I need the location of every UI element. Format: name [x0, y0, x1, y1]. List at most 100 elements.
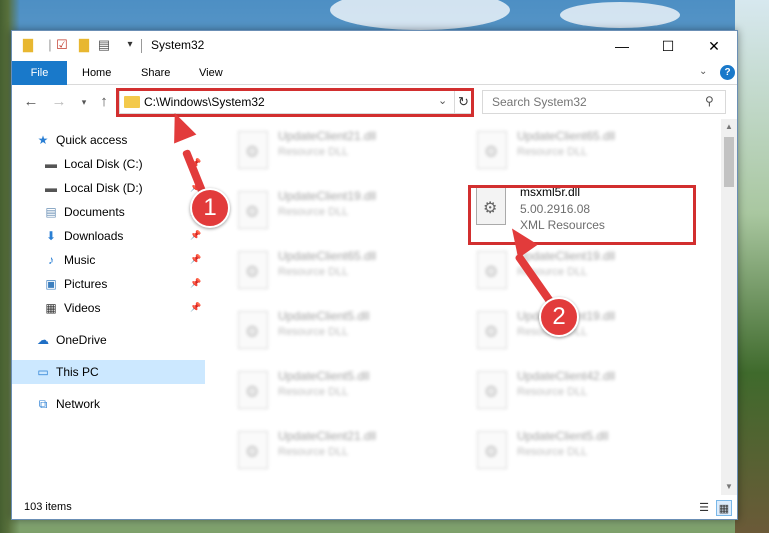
status-bar: 103 items ☰ ▦ [12, 497, 737, 519]
pictures-icon: ▣ [45, 277, 57, 291]
file-item[interactable]: UpdateClient42.dll Resource DLL [467, 365, 687, 415]
step-badge-2: 2 [539, 297, 579, 337]
expand-ribbon-icon[interactable]: ⌄ [699, 66, 707, 77]
file-item[interactable]: UpdateClient5.dll Resource DLL [228, 365, 448, 415]
file-explorer-window: ▇ | ☑ ▇ ▤ ▾ System32 — ☐ ✕ File Home Sha… [11, 30, 738, 520]
sidebar-item-network[interactable]: ⧉ Network [12, 392, 205, 416]
file-type: Resource DLL [278, 206, 349, 218]
help-icon[interactable]: ? [720, 65, 735, 80]
minimize-button[interactable]: — [599, 31, 645, 61]
network-icon: ⧉ [38, 397, 48, 411]
sidebar-item-label: Videos [64, 301, 101, 315]
dll-file-icon [238, 191, 268, 229]
pin-icon[interactable]: 📌 [190, 254, 201, 265]
sidebar-item-label: Documents [64, 205, 125, 219]
file-name: UpdateClient19.dll [517, 249, 616, 263]
sidebar-item-music[interactable]: ♪ Music 📌 [12, 248, 205, 272]
scroll-down-icon[interactable]: ▼ [721, 479, 737, 495]
file-item[interactable]: UpdateClient19.dll Resource DLL [228, 185, 448, 235]
forward-icon[interactable]: → [50, 93, 68, 111]
tab-file[interactable]: File [12, 61, 67, 85]
window-title: System32 [151, 38, 205, 52]
sidebar-item-label: This PC [56, 365, 99, 379]
address-highlight [116, 88, 474, 117]
title-separator [141, 39, 142, 53]
tab-home[interactable]: Home [82, 61, 111, 85]
sidebar-item-documents[interactable]: ▤ Documents 📌 [12, 200, 205, 224]
search-box[interactable]: ⚲ [482, 90, 726, 114]
large-icons-view-icon[interactable]: ▦ [716, 500, 732, 516]
dll-file-icon [238, 131, 268, 169]
search-icon[interactable]: ⚲ [705, 94, 714, 108]
music-icon: ♪ [48, 253, 54, 267]
dll-file-icon [477, 311, 507, 349]
dll-file-icon [477, 131, 507, 169]
sidebar-item-label: Network [56, 397, 101, 411]
sidebar-item-label: Local Disk (C:) [64, 157, 143, 171]
sidebar-item-pictures[interactable]: ▣ Pictures 📌 [12, 272, 205, 296]
file-name: UpdateClient42.dll [517, 369, 616, 383]
file-item[interactable]: UpdateClient19.dll Resource DLL [467, 245, 687, 295]
file-name: UpdateClient21.dll [278, 129, 377, 143]
tab-share[interactable]: Share [141, 61, 170, 85]
ribbon-tabs: File Home Share View ⌄ ? [12, 61, 737, 85]
file-item[interactable]: UpdateClient5.dll Resource DLL [228, 305, 448, 355]
properties-icon[interactable]: ☑ [54, 37, 70, 53]
file-type: Resource DLL [278, 446, 349, 458]
file-name: UpdateClient5.dll [517, 429, 609, 443]
tab-view[interactable]: View [199, 61, 223, 85]
vertical-scrollbar[interactable]: ▲ ▼ [721, 119, 737, 495]
up-icon[interactable]: ↑ [95, 93, 113, 111]
back-icon[interactable]: ← [22, 93, 40, 111]
star-icon: ★ [37, 133, 49, 147]
computer-icon: ▭ [37, 365, 49, 379]
file-type: Resource DLL [278, 386, 349, 398]
file-item[interactable]: UpdateClient5.dll Resource DLL [467, 425, 687, 475]
dll-file-icon [238, 311, 268, 349]
videos-icon: ▦ [45, 301, 57, 315]
recent-locations-icon[interactable]: ▾ [75, 93, 93, 111]
folder-icon: ▇ [23, 37, 33, 52]
file-item[interactable]: UpdateClient65.dll Resource DLL [467, 125, 687, 175]
close-button[interactable]: ✕ [691, 31, 737, 61]
file-item[interactable]: UpdateClient21.dll Resource DLL [228, 425, 448, 475]
sidebar-item-videos[interactable]: ▦ Videos 📌 [12, 296, 205, 320]
sidebar-item-this-pc[interactable]: ▭ This PC [12, 360, 205, 384]
file-name: UpdateClient5.dll [278, 309, 370, 323]
desktop-cloud [330, 0, 510, 30]
file-item[interactable]: UpdateClient65.dll Resource DLL [228, 245, 448, 295]
sidebar-item-label: Music [64, 253, 96, 267]
customize-quick-access-icon[interactable]: ▤ [96, 37, 112, 53]
file-item[interactable]: UpdateClient21.dll Resource DLL [228, 125, 448, 175]
chevron-down-icon[interactable]: ▾ [122, 37, 138, 53]
maximize-button[interactable]: ☐ [645, 31, 691, 61]
search-input[interactable] [483, 91, 703, 113]
file-type: Resource DLL [278, 326, 349, 338]
dll-file-icon [238, 371, 268, 409]
sidebar-item-onedrive[interactable]: ☁ OneDrive [12, 328, 205, 352]
sidebar-item-label: Quick access [56, 133, 128, 147]
file-name: UpdateClient21.dll [278, 429, 377, 443]
desktop-background-right [735, 0, 769, 533]
details-view-icon[interactable]: ☰ [696, 500, 712, 516]
scroll-up-icon[interactable]: ▲ [721, 119, 737, 135]
file-type: Resource DLL [517, 146, 588, 158]
pin-icon[interactable]: 📌 [190, 278, 201, 289]
navigation-pane: ★ Quick access ▬ Local Disk (C:) 📌 ▬ Loc… [12, 119, 205, 495]
file-list: UpdateClient21.dll Resource DLL UpdateCl… [218, 119, 720, 495]
new-folder-icon[interactable]: ▇ [76, 37, 92, 53]
drive-icon: ▬ [45, 157, 57, 171]
sidebar-item-local-disk-c[interactable]: ▬ Local Disk (C:) 📌 [12, 152, 205, 176]
file-type: Resource DLL [278, 146, 349, 158]
sidebar-item-label: Local Disk (D:) [64, 181, 143, 195]
onedrive-icon: ☁ [37, 333, 49, 347]
pin-icon[interactable]: 📌 [190, 302, 201, 313]
dll-file-icon [238, 251, 268, 289]
file-type: Resource DLL [517, 386, 588, 398]
sidebar-item-downloads[interactable]: ⬇ Downloads 📌 [12, 224, 205, 248]
sidebar-item-local-disk-d[interactable]: ▬ Local Disk (D:) 📌 [12, 176, 205, 200]
sidebar-item-label: Downloads [64, 229, 124, 243]
scrollbar-thumb[interactable] [724, 137, 734, 187]
drive-icon: ▬ [45, 181, 57, 195]
pin-icon[interactable]: 📌 [190, 230, 201, 241]
